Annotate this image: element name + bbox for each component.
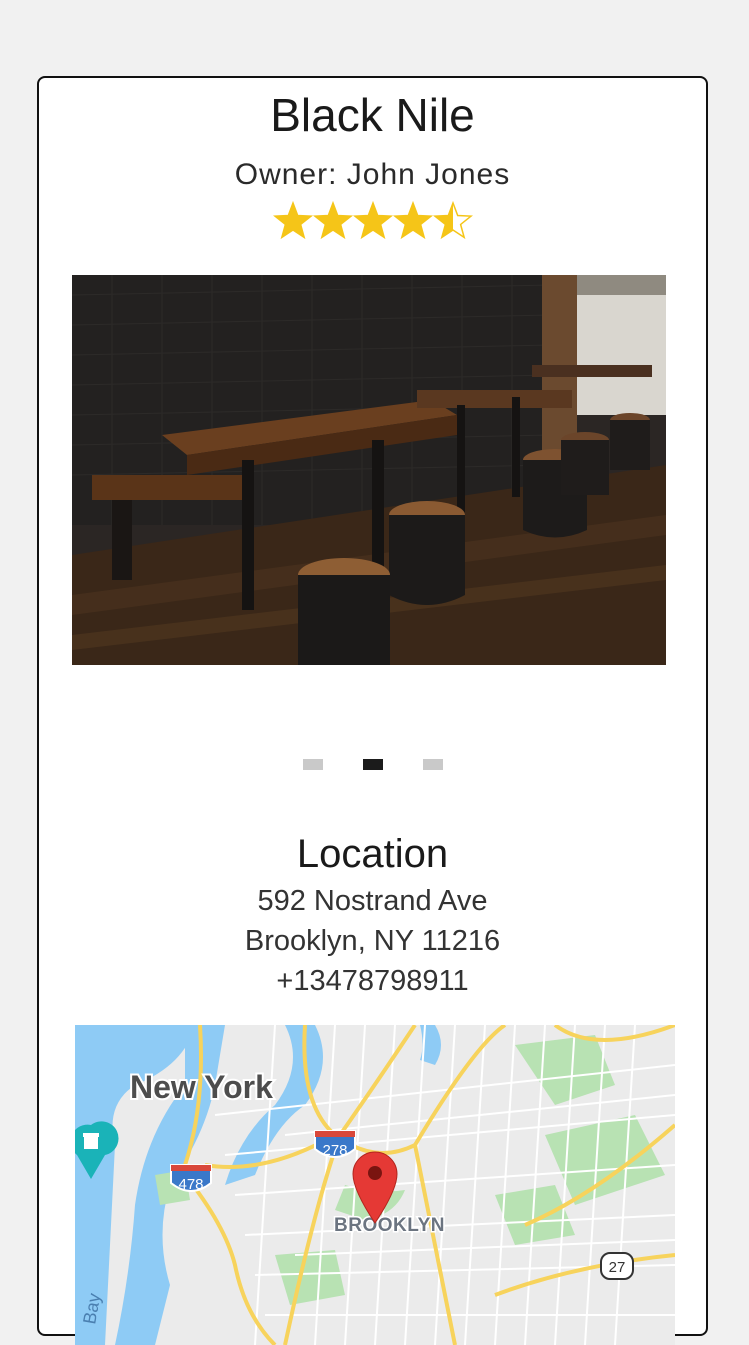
star-full-icon (314, 203, 351, 238)
carousel-dot-3[interactable] (422, 759, 443, 770)
carousel-dot-1[interactable] (302, 759, 323, 770)
star-full-icon (394, 203, 431, 238)
map-image: 278 478 27 New York BROOKLYN Bay (75, 1025, 675, 1345)
restaurant-interior-image (72, 275, 666, 665)
route-27-label: 27 (609, 1259, 626, 1276)
phone-number[interactable]: +13478798911 (39, 965, 706, 998)
address-street: 592 Nostrand Ave (257, 885, 488, 917)
star-rating (39, 200, 706, 247)
business-name: Black Nile (270, 89, 475, 141)
rating-stars-icon (272, 200, 473, 240)
star-full-icon (354, 203, 391, 238)
address-city: Brooklyn, NY 11216 (244, 925, 501, 957)
location-heading: Location (296, 832, 449, 876)
business-card: Black Nile Owner: John Jones Location 59… (37, 76, 708, 1345)
carousel-indicators (39, 759, 706, 770)
shield-278-label: 278 (322, 1142, 347, 1159)
shield-478-label: 478 (178, 1176, 203, 1193)
route-27-shield: 27 (600, 1252, 634, 1280)
map-city-label: New York (130, 1069, 273, 1105)
map-borough-label: BROOKLYN (334, 1215, 445, 1236)
owner-name: Owner: John Jones (234, 158, 511, 191)
star-full-icon (274, 203, 311, 238)
carousel-dot-2[interactable] (362, 759, 383, 770)
venue-photo[interactable] (72, 275, 666, 665)
location-map[interactable]: 278 478 27 New York BROOKLYN Bay (75, 1025, 675, 1345)
